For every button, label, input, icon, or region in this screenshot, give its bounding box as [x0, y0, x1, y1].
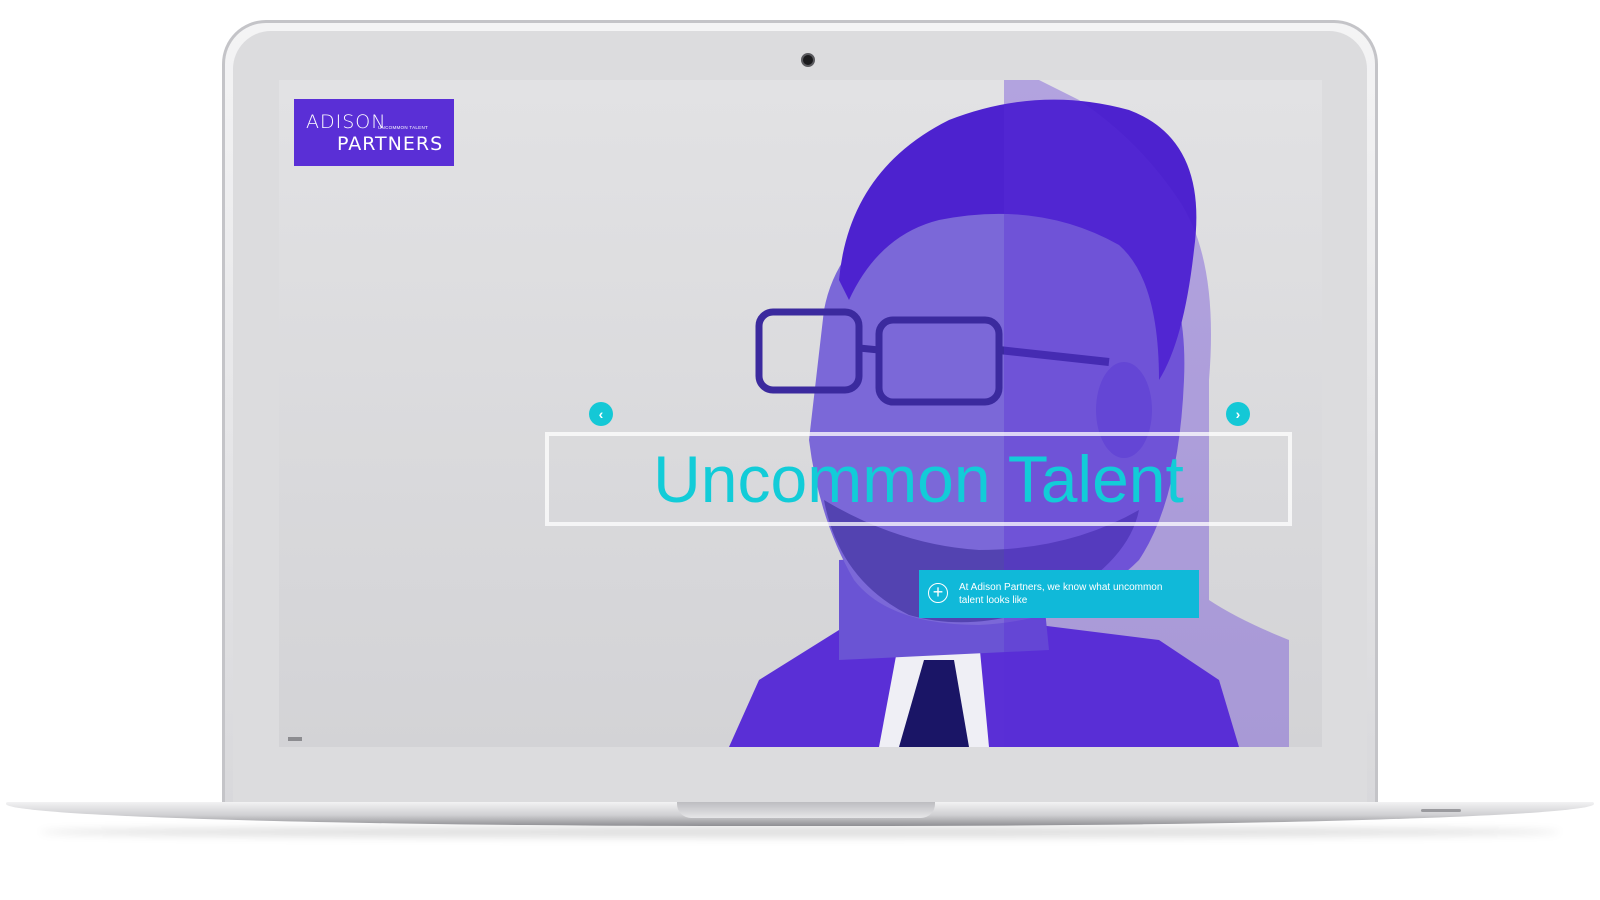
- cta-button[interactable]: + At Adison Partners, we know what uncom…: [919, 570, 1199, 618]
- laptop-notch: [677, 802, 935, 818]
- laptop-shadow: [40, 826, 1560, 838]
- carousel-next-button[interactable]: ›: [1226, 402, 1250, 426]
- hero-headline: Uncommon Talent: [653, 442, 1184, 516]
- brand-name-line1: ADISON: [306, 111, 387, 133]
- plus-circle-icon: +: [928, 583, 948, 603]
- website-screen: ADISON UNCOMMON TALENT PARTNERS ‹ › Unco…: [279, 80, 1322, 747]
- brand-tagline: UNCOMMON TALENT: [378, 125, 429, 130]
- chevron-left-icon: ‹: [598, 406, 604, 422]
- hero-portrait-image: [729, 80, 1289, 747]
- camera-icon: [801, 53, 815, 67]
- laptop-led: [1421, 809, 1461, 812]
- carousel-prev-button[interactable]: ‹: [589, 402, 613, 426]
- chevron-right-icon: ›: [1235, 406, 1241, 422]
- corner-indicator: [288, 737, 302, 741]
- brand-logo[interactable]: ADISON UNCOMMON TALENT PARTNERS: [294, 99, 454, 166]
- brand-name-line2: PARTNERS: [337, 133, 444, 155]
- cta-text: At Adison Partners, we know what uncommo…: [959, 582, 1163, 606]
